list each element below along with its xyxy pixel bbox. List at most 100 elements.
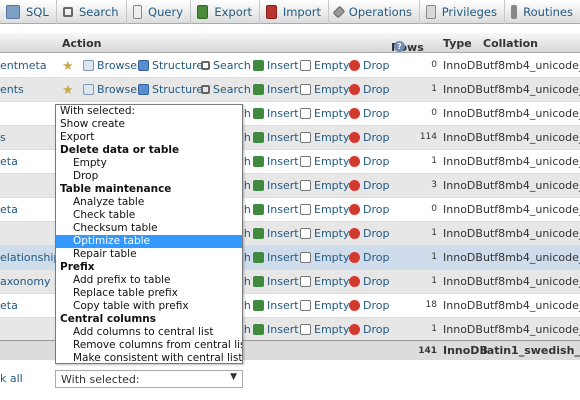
tab-query[interactable]: Query [127,0,191,24]
search-icon [201,85,210,94]
favorite-star-icon[interactable]: ★ [62,83,77,98]
dropdown-option[interactable]: Add prefix to table [56,274,242,287]
insert-action[interactable]: Insert [253,203,299,216]
empty-action[interactable]: Empty [300,203,349,216]
table-header: Action Rows? Type Collation [0,33,580,54]
drop-action[interactable]: Drop [349,179,389,192]
dropdown-option[interactable]: Remove columns from central list [56,339,242,352]
table-row[interactable]: ents ★ Browse Structure Search Insert Empty Dro… [0,78,580,102]
drop-action[interactable]: Drop [349,203,389,216]
dropdown-option[interactable]: Show create [56,118,242,131]
browse-action[interactable]: Browse [83,59,137,72]
tab-operations[interactable]: Operations [329,0,420,24]
drop-action[interactable]: Drop [349,155,389,168]
tab-label: SQL [26,5,49,19]
insert-action[interactable]: Insert [253,83,299,96]
table-name-link[interactable]: axonomy [0,275,51,288]
empty-action[interactable]: Empty [300,107,349,120]
search-action[interactable]: Search [201,59,251,72]
drop-action[interactable]: Drop [349,299,389,312]
drop-label: Drop [363,227,390,240]
dropdown-option[interactable]: Repair table [56,248,242,261]
dropdown-option[interactable]: Export [56,131,242,144]
dropdown-option[interactable]: Replace table prefix [56,287,242,300]
drop-action[interactable]: Drop [349,275,389,288]
drop-action[interactable]: Drop [349,131,389,144]
insert-icon [253,252,264,263]
tab-label: Import [282,5,321,19]
table-row[interactable]: entmeta ★ Browse Structure Search Insert Empty… [0,54,580,78]
tab-sql[interactable]: SQL [0,0,57,24]
table-name-link[interactable]: eta [0,155,18,168]
header-type[interactable]: Type [443,37,472,50]
drop-action[interactable]: Drop [349,251,389,264]
empty-action[interactable]: Empty [300,323,349,336]
favorite-star-icon[interactable]: ★ [62,59,77,74]
tab-routines[interactable]: Routines [505,0,580,24]
drop-action[interactable]: Drop [349,323,389,336]
dropdown-option[interactable]: Check table [56,209,242,222]
empty-action[interactable]: Empty [300,275,349,288]
dropdown-option[interactable]: Checksum table [56,222,242,235]
drop-action[interactable]: Drop [349,83,389,96]
dropdown-option[interactable]: Empty [56,157,242,170]
dropdown-option[interactable]: Drop [56,170,242,183]
insert-action[interactable]: Insert [253,299,299,312]
browse-action[interactable]: Browse [83,83,137,96]
dropdown-option[interactable]: Add columns to central list [56,326,242,339]
insert-action[interactable]: Insert [253,251,299,264]
empty-action[interactable]: Empty [300,251,349,264]
empty-action[interactable]: Empty [300,155,349,168]
empty-action[interactable]: Empty [300,227,349,240]
drop-icon [349,132,360,143]
structure-action[interactable]: Structure [138,83,203,96]
collation: utf8mb4_unicode_ci [483,299,580,312]
dropdown-arrow-icon[interactable]: ▼ [230,372,237,382]
insert-action[interactable]: Insert [253,59,299,72]
insert-action[interactable]: Insert [253,107,299,120]
empty-action[interactable]: Empty [300,83,349,96]
table-name-link[interactable]: ents [0,83,24,96]
tab-import[interactable]: Import [260,0,329,24]
dropdown-option[interactable]: Copy table with prefix [56,300,242,313]
table-name-link[interactable]: s [0,131,6,144]
empty-icon [300,180,311,191]
dropdown-option[interactable]: Analyze table [56,196,242,209]
empty-action[interactable]: Empty [300,299,349,312]
search-action[interactable]: Search [201,83,251,96]
drop-action[interactable]: Drop [349,107,389,120]
check-all-link[interactable]: k all [0,372,23,385]
dropdown-option[interactable]: Make consistent with central list [56,352,242,363]
structure-action[interactable]: Structure [138,59,203,72]
insert-action[interactable]: Insert [253,155,299,168]
drop-action[interactable]: Drop [349,59,389,72]
insert-icon [253,156,264,167]
insert-action[interactable]: Insert [253,179,299,192]
insert-action[interactable]: Insert [253,131,299,144]
table-name-link[interactable]: eta [0,203,18,216]
search-icon [63,7,73,17]
table-name-link[interactable]: entmeta [0,59,47,72]
help-icon[interactable]: ? [394,41,405,52]
empty-action[interactable]: Empty [300,131,349,144]
with-selected-select[interactable]: With selected: ▼ [55,370,243,388]
drop-label: Drop [363,59,390,72]
insert-action[interactable]: Insert [253,275,299,288]
insert-action[interactable]: Insert [253,227,299,240]
summary-rows: 141 [418,346,437,356]
dropdown-option[interactable]: With selected: [56,105,242,118]
empty-action[interactable]: Empty [300,179,349,192]
tab-export[interactable]: Export [191,0,260,24]
tab-privileges[interactable]: Privileges [420,0,505,24]
header-collation[interactable]: Collation [483,37,538,50]
tab-search[interactable]: Search [57,0,127,24]
empty-action[interactable]: Empty [300,59,349,72]
table-name-link[interactable]: eta [0,299,18,312]
insert-action[interactable]: Insert [253,323,299,336]
collation: utf8mb4_unicode_ci [483,107,580,120]
drop-action[interactable]: Drop [349,227,389,240]
dropdown-option[interactable]: Optimize table [56,235,242,248]
collation: utf8mb4_unicode_ci [483,83,580,96]
engine-type: InnoDB [443,227,483,240]
engine-type: InnoDB [443,275,483,288]
